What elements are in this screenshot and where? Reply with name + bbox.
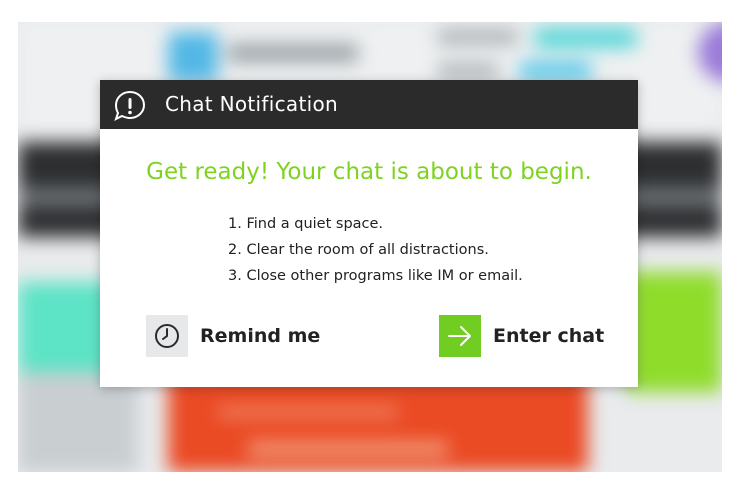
remind-me-button[interactable]: Remind me <box>146 315 320 357</box>
chat-notification-dialog: Chat Notification Get ready! Your chat i… <box>100 80 638 387</box>
arrow-right-icon <box>439 315 481 357</box>
remind-me-label: Remind me <box>200 325 321 347</box>
list-item: 1. Find a quiet space. <box>228 216 384 232</box>
dialog-header: Chat Notification <box>100 80 638 129</box>
alert-speech-bubble-icon <box>113 90 147 122</box>
clock-icon <box>146 315 188 357</box>
dialog-title: Chat Notification <box>165 92 338 116</box>
instruction-list: 1. Find a quiet space. 2. Clear the room… <box>228 211 523 289</box>
list-item: 3. Close other programs like IM or email… <box>228 268 523 284</box>
list-item: 2. Clear the room of all distractions. <box>228 242 489 258</box>
dialog-heading: Get ready! Your chat is about to begin. <box>146 159 592 185</box>
enter-chat-label: Enter chat <box>493 325 605 347</box>
enter-chat-button[interactable]: Enter chat <box>439 315 604 357</box>
